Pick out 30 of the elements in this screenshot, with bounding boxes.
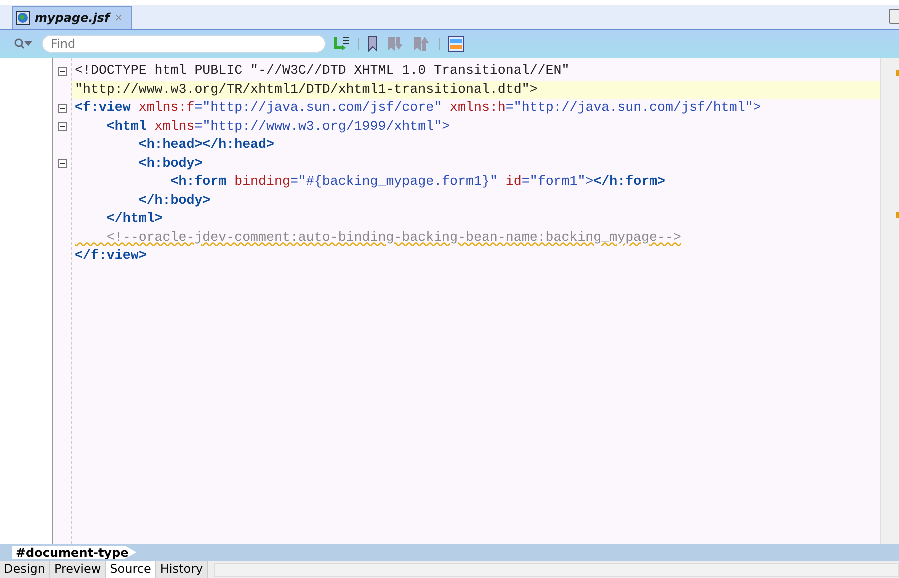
tab-title: mypage.jsf	[35, 11, 110, 25]
code-line: </h:body>	[138, 192, 212, 210]
code-line: <html xmlns="http://www.w3.org/1999/xhtml">	[106, 118, 452, 136]
collapse-icon[interactable]	[58, 66, 66, 76]
find-field[interactable]: Find	[42, 35, 326, 53]
collapse-icon[interactable]	[58, 122, 66, 132]
view-tab[interactable]: Design	[0, 561, 50, 578]
code-line: <f:view xmlns:f="http://java.sun.com/jsf/core" xmlns:h="http://java.sun.com/jsf/html">	[74, 99, 762, 117]
horizontal-scrollbar[interactable]	[214, 562, 899, 576]
code-line: <h:form binding="#{backing_mypage.form1}" id="form1"></h:form>	[170, 173, 667, 191]
code-line: </html>	[106, 210, 164, 228]
editor-tab[interactable]: mypage.jsf ×	[12, 6, 132, 29]
view-tab[interactable]: History	[156, 561, 208, 578]
dropdown-icon[interactable]	[889, 9, 899, 24]
panel-icon[interactable]	[448, 36, 464, 52]
vertical-scrollbar[interactable]	[880, 58, 899, 544]
code-line: <!DOCTYPE html PUBLIC "-//W3C//DTD XHTML 1.0 Transitional//EN"	[74, 62, 571, 80]
list-arrow-icon[interactable]	[334, 36, 350, 52]
code-line: <h:body>	[138, 154, 204, 172]
collapse-icon[interactable]	[58, 159, 66, 168]
view-tab[interactable]: Source	[106, 561, 156, 578]
breadcrumb-item[interactable]: #document-type	[12, 546, 137, 560]
code-line: <!--oracle-jdev-comment:auto-binding-backing-bean-name:backing_mypage-->	[106, 228, 682, 246]
collapse-icon[interactable]	[58, 104, 66, 113]
code-line: <h:head></h:head>	[138, 136, 276, 154]
globe-icon	[16, 11, 30, 25]
view-tab[interactable]: Preview	[50, 561, 106, 578]
bookmark-icon[interactable]	[367, 36, 379, 52]
code-line: </f:view>	[74, 247, 148, 265]
search-icon[interactable]	[14, 38, 32, 50]
